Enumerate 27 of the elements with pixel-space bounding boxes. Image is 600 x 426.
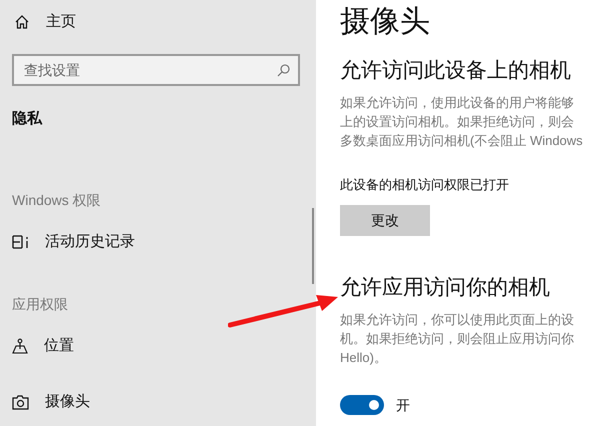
location-icon — [12, 338, 28, 354]
description-line: 如果允许访问，使用此设备的用户将能够 — [340, 94, 575, 112]
section-heading: 隐私 — [12, 109, 44, 129]
camera-icon — [12, 394, 29, 410]
group-label: Windows 权限 — [12, 191, 102, 210]
description-line: 上的设置访问相机。如果拒绝访问，则会 — [340, 113, 575, 131]
nav-item[interactable]: 位置 — [44, 334, 74, 357]
search-field[interactable]: 查找设置 — [12, 54, 300, 86]
scrollbar[interactable] — [312, 208, 314, 284]
section-heading: 允许应用访问你的相机 — [340, 274, 551, 300]
home-icon — [14, 14, 30, 30]
group-label: 应用权限 — [12, 294, 69, 314]
search-icon[interactable] — [277, 64, 290, 77]
nav-link[interactable]: 主页 — [46, 10, 76, 34]
change-button[interactable]: 更改 — [340, 204, 430, 236]
section-heading: 允许访问此设备上的相机 — [340, 58, 572, 84]
description-line: Hello)。 — [340, 348, 388, 366]
description-line: 如果允许访问，你可以使用此页面上的设 — [340, 310, 575, 328]
toggle-switch[interactable] — [340, 395, 384, 415]
nav-item[interactable]: 活动历史记录 — [45, 231, 135, 254]
page-title: 摄像头 — [340, 4, 431, 40]
timeline-icon — [12, 234, 29, 250]
toggle-label: 开 — [396, 396, 410, 414]
status-text: 此设备的相机访问权限已打开 — [340, 176, 510, 194]
description-line: 机。如果拒绝访问，则会阻止应用访问你 — [340, 330, 575, 348]
description-line: 多数桌面应用访问相机(不会阻止 Windows — [340, 132, 584, 150]
nav-item[interactable]: 摄像头 — [45, 391, 90, 414]
